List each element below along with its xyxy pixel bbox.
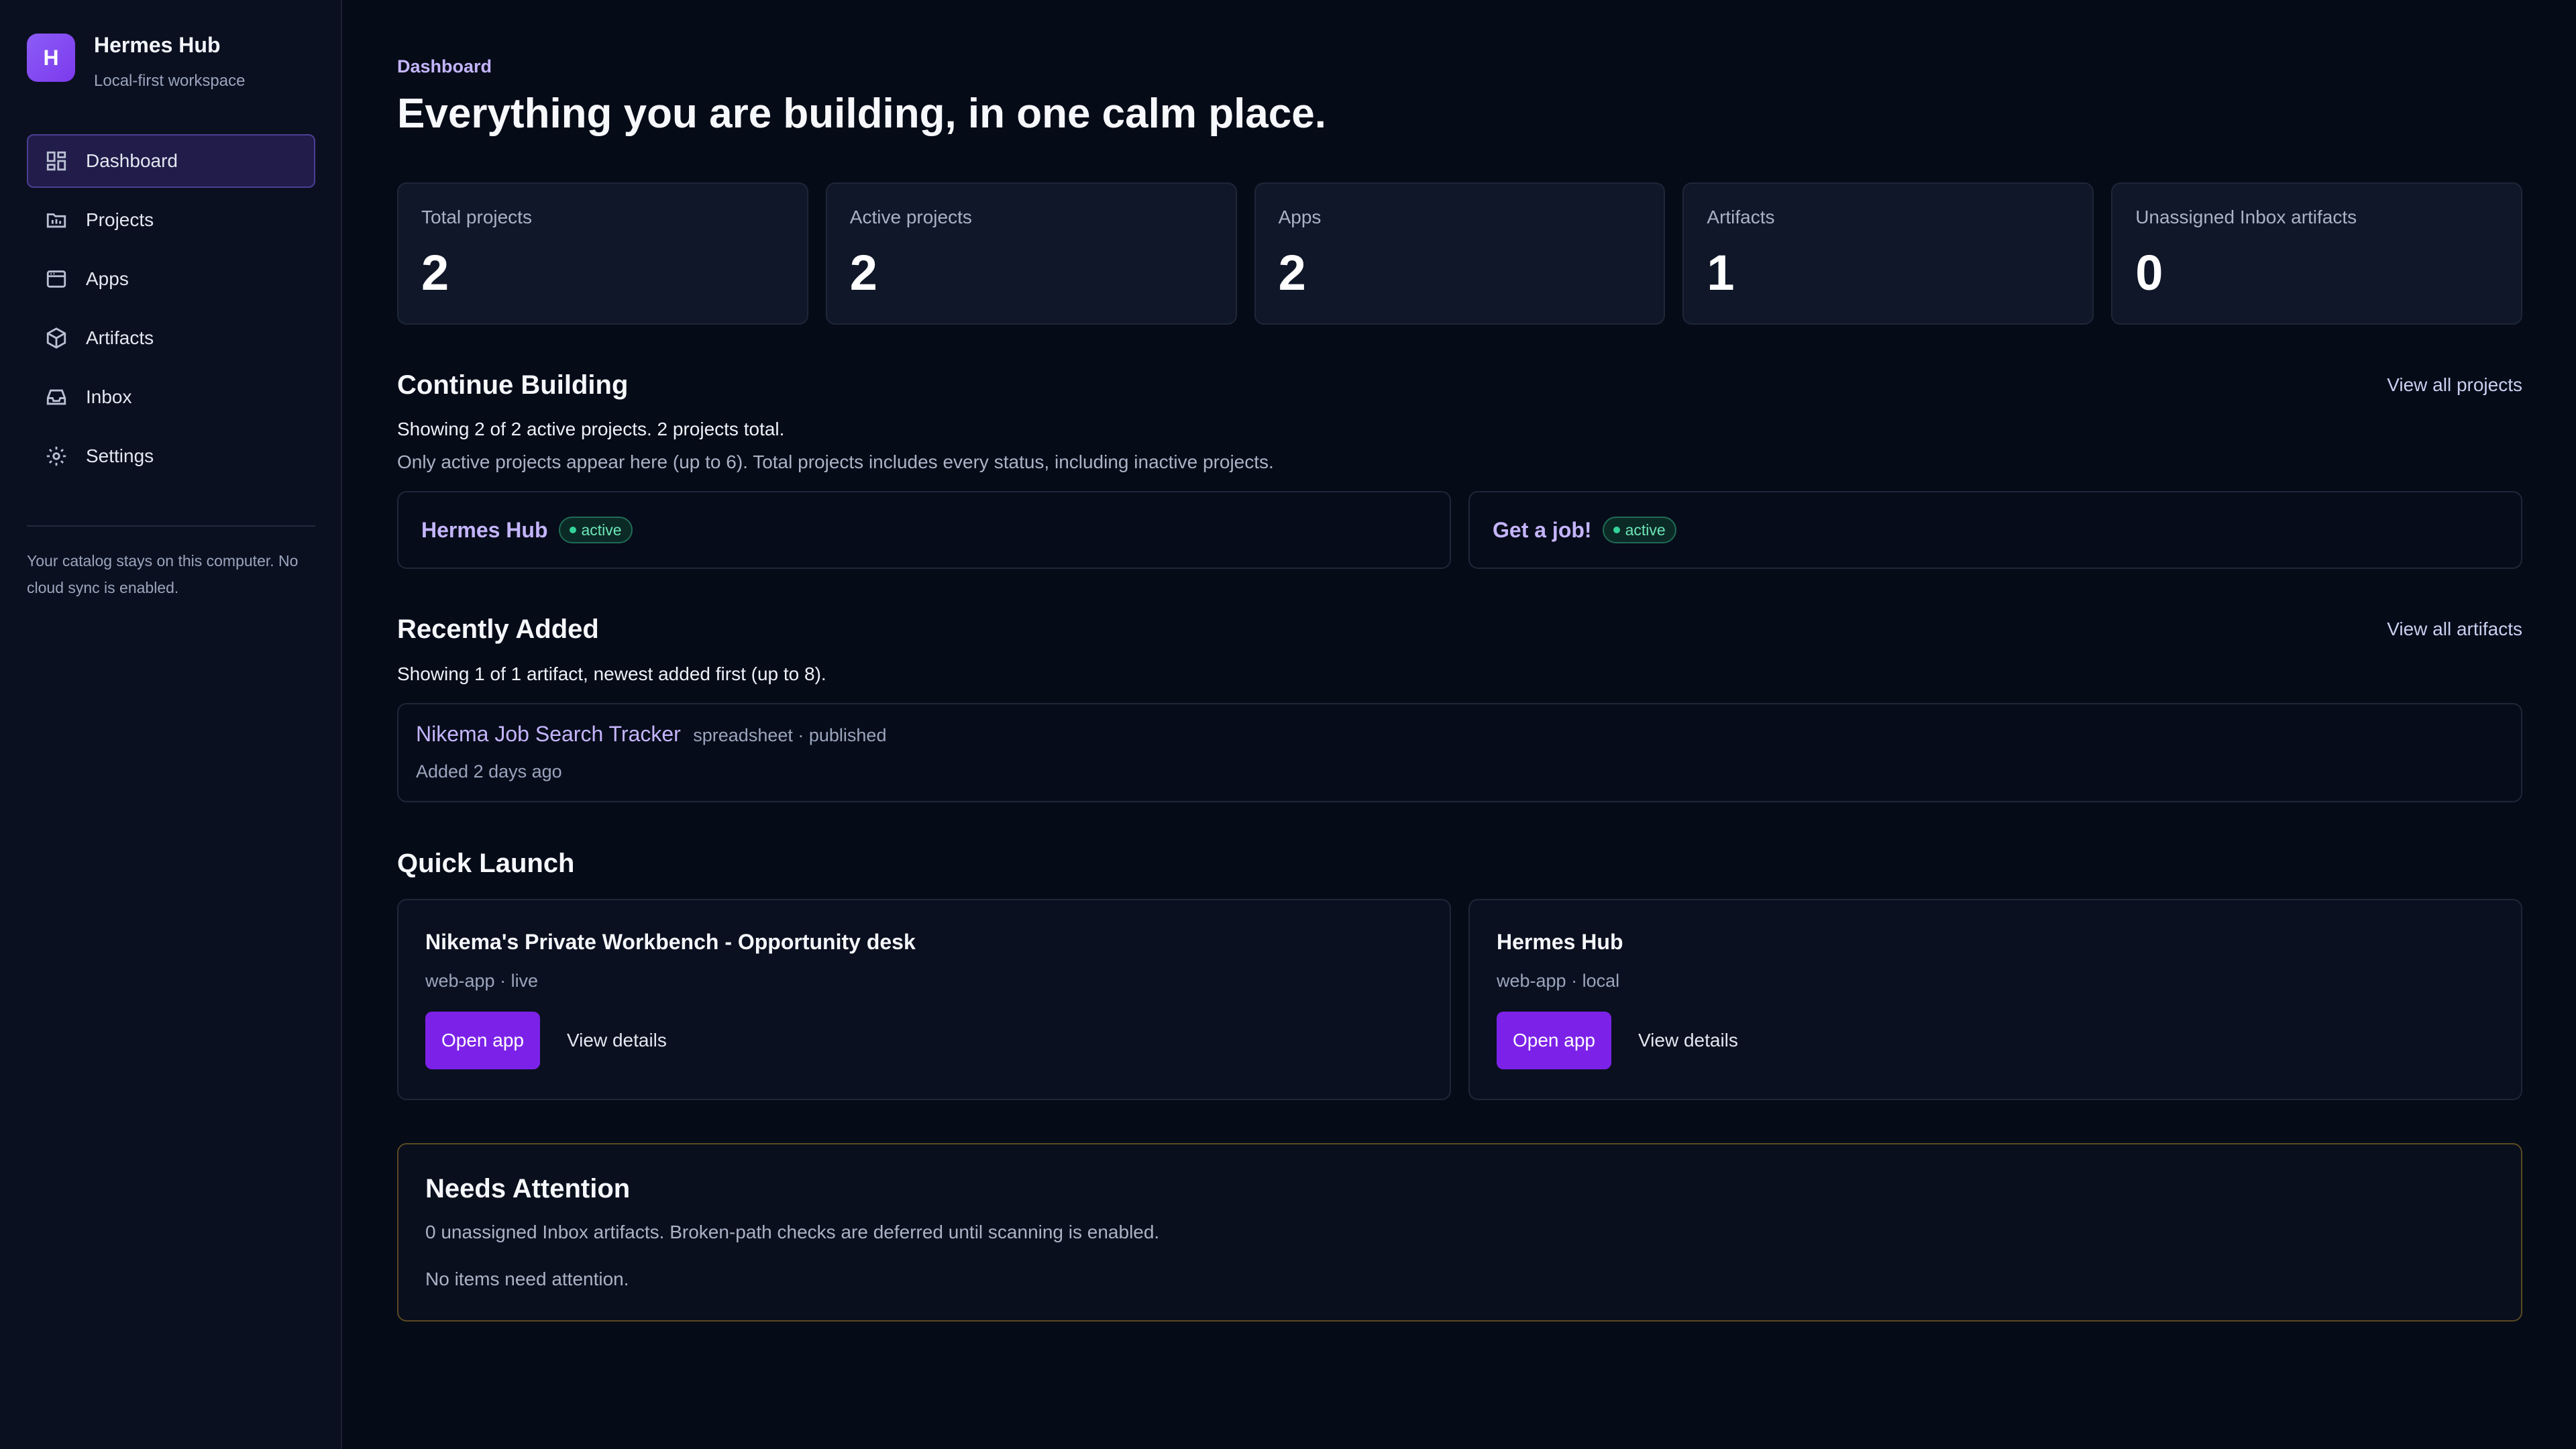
needs-attention-title: Needs Attention <box>425 1174 631 1203</box>
sidebar-item-label: Settings <box>86 445 154 466</box>
dashboard-icon <box>44 149 68 173</box>
sidebar-item-label: Projects <box>86 209 154 230</box>
needs-attention-empty-state: No items need attention. <box>425 1269 629 1289</box>
continue-building-summary: Showing 2 of 2 active projects. 2 projec… <box>397 419 785 439</box>
sidebar-note: Your catalog stays on this computer. No … <box>27 552 299 596</box>
project-card[interactable]: Get a job! active <box>1468 491 2522 569</box>
sidebar-item-label: Inbox <box>86 386 132 407</box>
inbox-icon <box>44 385 68 409</box>
app-meta: web-app · local <box>1497 971 1620 991</box>
status-badge: active <box>558 517 633 543</box>
stat-card-active-projects: Active projects 2 <box>825 182 1237 325</box>
stat-value: 1 <box>1707 245 1735 301</box>
app-card: Nikema's Private Workbench - Opportunity… <box>397 899 1451 1100</box>
artifacts-icon <box>44 326 68 350</box>
breadcrumb: Dashboard <box>397 56 492 76</box>
project-card[interactable]: Hermes Hub active <box>397 491 1451 569</box>
stat-value: 2 <box>421 245 449 301</box>
continue-building-title: Continue Building <box>397 370 629 400</box>
project-name[interactable]: Get a job! <box>1493 518 1592 543</box>
sidebar-item-inbox[interactable]: Inbox <box>27 370 315 424</box>
recently-added-summary: Showing 1 of 1 artifact, newest added fi… <box>397 663 826 684</box>
status-label: active <box>581 521 622 539</box>
status-dot-icon <box>569 527 576 533</box>
stat-card-total-projects: Total projects 2 <box>397 182 808 325</box>
project-name[interactable]: Hermes Hub <box>421 518 548 543</box>
stat-value: 2 <box>849 245 877 301</box>
page-title: Everything you are building, in one calm… <box>397 91 1326 137</box>
artifact-card: Nikema Job Search Tracker spreadsheet · … <box>397 703 2522 802</box>
stat-label: Unassigned Inbox artifacts <box>2135 207 2357 227</box>
continue-building-note: Only active projects appear here (up to … <box>397 451 1274 472</box>
stats-row: Total projects 2 Active projects 2 Apps … <box>397 182 2522 325</box>
stat-label: Total projects <box>421 207 532 227</box>
sidebar-divider <box>27 525 315 527</box>
sidebar: H Hermes Hub Local-first workspace Dashb… <box>0 0 342 1449</box>
view-all-projects-link[interactable]: View all projects <box>2387 374 2522 396</box>
stat-label: Apps <box>1278 207 1322 227</box>
app-meta: web-app · live <box>425 971 539 991</box>
view-details-link[interactable]: View details <box>1638 1030 1738 1051</box>
status-label: active <box>1625 521 1666 539</box>
sidebar-nav: Dashboard Projects Apps Artifacts Inbox <box>27 134 315 488</box>
stat-card-artifacts: Artifacts 1 <box>1682 182 2094 325</box>
brand-logo: H <box>27 34 75 82</box>
sidebar-item-settings[interactable]: Settings <box>27 429 315 483</box>
projects-icon <box>44 208 68 232</box>
stat-label: Artifacts <box>1707 207 1775 227</box>
stat-card-unassigned-inbox: Unassigned Inbox artifacts 0 <box>2111 182 2522 325</box>
sidebar-item-label: Apps <box>86 268 129 289</box>
sidebar-item-label: Artifacts <box>86 327 154 348</box>
recently-added-title: Recently Added <box>397 614 599 644</box>
sidebar-item-label: Dashboard <box>86 150 178 171</box>
sidebar-item-artifacts[interactable]: Artifacts <box>27 311 315 365</box>
view-details-link[interactable]: View details <box>567 1030 667 1051</box>
artifact-added-time: Added 2 days ago <box>416 761 562 782</box>
status-dot-icon <box>1613 527 1620 533</box>
quick-launch-list: Nikema's Private Workbench - Opportunity… <box>397 899 2522 1100</box>
open-app-button[interactable]: Open app <box>1497 1012 1611 1069</box>
app-card: Hermes Hub web-app · local Open app View… <box>1468 899 2522 1100</box>
gear-icon <box>44 444 68 468</box>
status-badge: active <box>1602 517 1676 543</box>
quick-launch-title: Quick Launch <box>397 849 575 878</box>
app-name: Nikema's Private Workbench - Opportunity… <box>425 930 916 954</box>
sidebar-item-projects[interactable]: Projects <box>27 193 315 247</box>
view-all-artifacts-link[interactable]: View all artifacts <box>2387 619 2522 640</box>
brand-name: Hermes Hub <box>94 33 221 57</box>
brand[interactable]: H Hermes Hub Local-first workspace <box>27 33 246 91</box>
stat-card-apps: Apps 2 <box>1254 182 1666 325</box>
project-list: Hermes Hub active Get a job! active <box>397 491 2522 569</box>
app-name: Hermes Hub <box>1497 930 1623 954</box>
needs-attention-description: 0 unassigned Inbox artifacts. Broken-pat… <box>425 1222 1160 1242</box>
apps-icon <box>44 267 68 291</box>
stat-value: 0 <box>2135 245 2163 301</box>
brand-subtitle: Local-first workspace <box>94 72 246 91</box>
open-app-button[interactable]: Open app <box>425 1012 540 1069</box>
sidebar-item-apps[interactable]: Apps <box>27 252 315 306</box>
stat-label: Active projects <box>849 207 972 227</box>
sidebar-item-dashboard[interactable]: Dashboard <box>27 134 315 188</box>
needs-attention-panel: Needs Attention 0 unassigned Inbox artif… <box>397 1143 2522 1322</box>
artifact-title-link[interactable]: Nikema Job Search Tracker <box>416 722 681 746</box>
artifact-meta: spreadsheet · published <box>693 725 887 745</box>
stat-value: 2 <box>1278 245 1306 301</box>
